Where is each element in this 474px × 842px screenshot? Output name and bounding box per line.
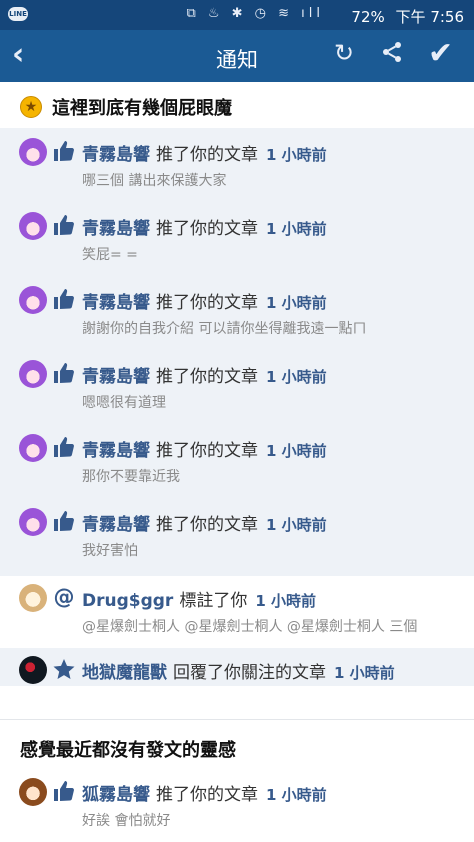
thumbs-up-icon xyxy=(54,289,74,309)
comment-text: 謝謝你的自我介紹 可以請你坐得離我遠一點ㄇ xyxy=(82,321,367,337)
comment-text: 嗯嗯很有道理 xyxy=(82,395,166,411)
section-title-row[interactable]: 感覺最近都沒有發文的靈感 xyxy=(0,724,474,770)
battery-percent: 72% xyxy=(351,8,385,26)
timestamp: 1 小時前 xyxy=(334,664,395,682)
notification-headline: 青霧島響 推了你的文章 1 小時前 xyxy=(82,140,327,165)
action-text: 推了你的文章 xyxy=(156,293,258,313)
comment-text: 好誒 會怕就好 xyxy=(82,813,171,829)
notification-item[interactable]: 狐霧島響 推了你的文章 1 小時前 好誒 會怕就好 xyxy=(0,770,474,842)
timestamp: 1 小時前 xyxy=(266,516,327,534)
app-header: ‹ 通知 ↻ ✔ xyxy=(0,30,474,82)
username[interactable]: 青霧島響 xyxy=(82,145,150,165)
avatar[interactable] xyxy=(19,656,47,684)
timestamp: 1 小時前 xyxy=(266,368,327,386)
timestamp: 1 小時前 xyxy=(266,220,327,238)
section-title-row[interactable]: ★ 這裡到底有幾個屁眼魔 xyxy=(0,82,474,128)
notification-item[interactable]: 青霧島響 推了你的文章 1 小時前 那你不要靠近我 xyxy=(0,426,474,500)
timestamp: 1 小時前 xyxy=(255,592,316,610)
notification-item[interactable]: 青霧島響 推了你的文章 1 小時前 我好害怕 xyxy=(0,500,474,574)
comment-text: 那你不要靠近我 xyxy=(82,469,180,485)
action-text: 推了你的文章 xyxy=(156,785,258,805)
avatar[interactable] xyxy=(19,584,47,612)
at-mention-icon: @ xyxy=(54,585,75,609)
thumbs-up-icon xyxy=(54,511,74,531)
section-title: 感覺最近都沒有發文的靈感 xyxy=(20,740,236,761)
notification-headline: 地獄魔龍獸 回覆了你關注的文章 1 小時前 xyxy=(82,658,395,683)
notification-headline: Drug$ggr 標註了你 1 小時前 xyxy=(82,586,316,611)
check-icon[interactable]: ✔ xyxy=(428,36,453,71)
notification-headline: 青霧島響 推了你的文章 1 小時前 xyxy=(82,436,327,461)
notification-headline: 狐霧島響 推了你的文章 1 小時前 xyxy=(82,780,327,805)
action-text: 推了你的文章 xyxy=(156,515,258,535)
timestamp: 1 小時前 xyxy=(266,442,327,460)
avatar[interactable] xyxy=(19,434,47,462)
avatar[interactable] xyxy=(19,508,47,536)
section-divider xyxy=(0,686,474,720)
notification-item[interactable]: @ Drug$ggr 標註了你 1 小時前 @星爆劍士桐人 @星爆劍士桐人 @星爆劍… xyxy=(0,576,474,648)
notification-headline: 青霧島響 推了你的文章 1 小時前 xyxy=(82,510,327,535)
username[interactable]: 青霧島響 xyxy=(82,441,150,461)
notification-item[interactable]: 青霧島響 推了你的文章 1 小時前 嗯嗯很有道理 xyxy=(0,352,474,426)
username[interactable]: 狐霧島響 xyxy=(82,785,150,805)
notification-item[interactable]: 青霧島響 推了你的文章 1 小時前 謝謝你的自我介紹 可以請你坐得離我遠一點ㄇ xyxy=(0,278,474,352)
thumbs-up-icon xyxy=(54,215,74,235)
status-right: 72% 下午 7:56 xyxy=(345,6,464,27)
thumbs-up-icon xyxy=(54,437,74,457)
star-follow-icon xyxy=(53,659,75,679)
action-text: 推了你的文章 xyxy=(156,145,258,165)
timestamp: 1 小時前 xyxy=(266,294,327,312)
thumbs-up-icon xyxy=(54,781,74,801)
avatar[interactable] xyxy=(19,138,47,166)
avatar[interactable] xyxy=(19,360,47,388)
thumbs-up-icon xyxy=(54,141,74,161)
share-icon[interactable] xyxy=(380,40,404,64)
action-text: 標註了你 xyxy=(179,591,248,611)
username[interactable]: 青霧島響 xyxy=(82,515,150,535)
username[interactable]: 青霧島響 xyxy=(82,293,150,313)
username[interactable]: 青霧島響 xyxy=(82,219,150,239)
avatar[interactable] xyxy=(19,212,47,240)
line-app-icon: LINE xyxy=(8,7,28,21)
notification-headline: 青霧島響 推了你的文章 1 小時前 xyxy=(82,362,327,387)
notification-headline: 青霧島響 推了你的文章 1 小時前 xyxy=(82,288,327,313)
timestamp: 1 小時前 xyxy=(266,786,327,804)
username[interactable]: Drug$ggr xyxy=(82,591,173,611)
comment-text: 我好害怕 xyxy=(82,543,138,559)
star-badge-icon: ★ xyxy=(20,96,42,118)
notification-item[interactable]: 青霧島響 推了你的文章 1 小時前 哪三個 講出來保護大家 xyxy=(0,130,474,204)
refresh-icon[interactable]: ↻ xyxy=(334,39,354,67)
action-text: 推了你的文章 xyxy=(156,367,258,387)
notification-item[interactable]: 青霧島響 推了你的文章 1 小時前 笑屁= = xyxy=(0,204,474,278)
thumbs-up-icon xyxy=(54,363,74,383)
action-text: 回覆了你關注的文章 xyxy=(173,663,326,683)
status-icons: ⧉ ♨ ✱ ◷ ≋ ıll xyxy=(186,6,324,21)
username[interactable]: 地獄魔龍獸 xyxy=(82,663,167,683)
action-text: 推了你的文章 xyxy=(156,219,258,239)
comment-text: 哪三個 講出來保護大家 xyxy=(82,173,227,189)
svg-text:@: @ xyxy=(54,585,75,609)
clock: 下午 7:56 xyxy=(395,8,464,26)
avatar[interactable] xyxy=(19,286,47,314)
action-text: 推了你的文章 xyxy=(156,441,258,461)
avatar[interactable] xyxy=(19,778,47,806)
timestamp: 1 小時前 xyxy=(266,146,327,164)
notification-headline: 青霧島響 推了你的文章 1 小時前 xyxy=(82,214,327,239)
username[interactable]: 青霧島響 xyxy=(82,367,150,387)
comment-text: @星爆劍士桐人 @星爆劍士桐人 @星爆劍士桐人 三個 xyxy=(82,619,418,635)
section-title: 這裡到底有幾個屁眼魔 xyxy=(52,98,232,119)
status-bar: LINE ⧉ ♨ ✱ ◷ ≋ ıll 72% 下午 7:56 xyxy=(0,0,474,30)
comment-text: 笑屁= = xyxy=(82,247,138,263)
